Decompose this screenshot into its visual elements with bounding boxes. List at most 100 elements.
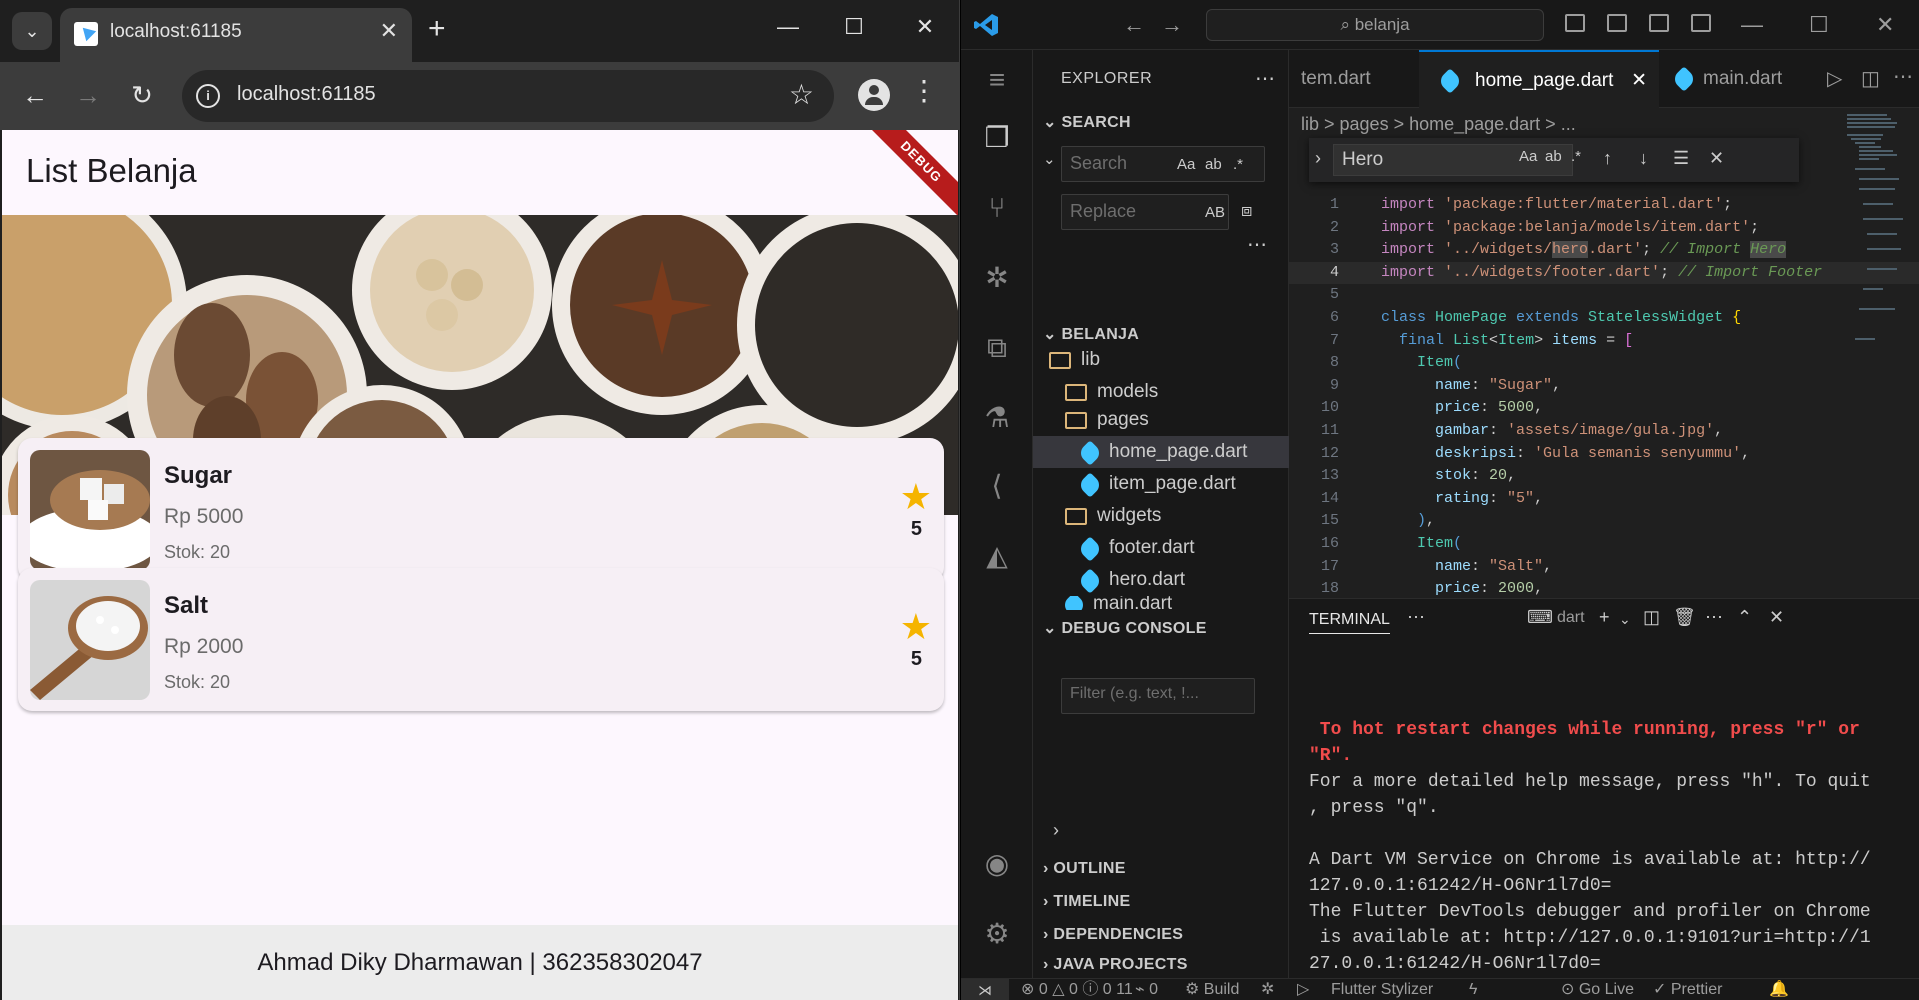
replace-all-icon[interactable]: ⧈ (1241, 200, 1252, 221)
toggle-sidebar-icon[interactable] (1565, 14, 1585, 32)
url-text[interactable]: localhost:61185 (237, 83, 376, 106)
go-live-button[interactable]: ⊙ Go Live (1561, 979, 1634, 1000)
build-button[interactable]: ⚙ Build (1185, 979, 1239, 1000)
explorer-more-icon[interactable]: ⋯ (1255, 66, 1275, 91)
split-editor-icon[interactable]: ◫ (1861, 66, 1880, 91)
timeline-header[interactable]: › TIMELINE (1043, 893, 1130, 911)
code-line[interactable]: 5 (1289, 284, 1919, 307)
maximize-icon[interactable]: ☐ (1809, 12, 1829, 38)
new-terminal-icon[interactable]: + (1599, 607, 1610, 628)
regex-icon[interactable]: .* (1233, 156, 1243, 173)
remote-explorer-icon[interactable]: ◭ (981, 540, 1013, 572)
previous-match-icon[interactable]: ↑ (1603, 148, 1612, 169)
tab-home-page[interactable]: home_page.dart ✕ (1419, 50, 1659, 108)
search-more-icon[interactable]: ⋯ (1247, 232, 1267, 257)
code-line[interactable]: 8 Item( (1289, 352, 1919, 375)
bookmark-star-icon[interactable]: ☆ (789, 78, 814, 111)
minimap[interactable] (1847, 108, 1907, 488)
code-line[interactable]: 3 import '../widgets/hero.dart'; // Impor… (1289, 239, 1919, 262)
code-line[interactable]: 2 import 'package:belanja/models/item.dar… (1289, 217, 1919, 240)
tree-file-footer[interactable]: footer.dart (1033, 532, 1289, 564)
run-icon[interactable]: ▷ (1827, 66, 1842, 91)
close-panel-icon[interactable]: ✕ (1769, 607, 1784, 628)
next-match-icon[interactable]: ↓ (1639, 148, 1648, 169)
ports-indicator[interactable]: ⌁ 0 (1135, 979, 1158, 1000)
dependencies-header[interactable]: › DEPENDENCIES (1043, 926, 1183, 944)
code-editor[interactable]: 1 import 'package:flutter/material.dart';… (1289, 190, 1919, 598)
tab-terminal[interactable]: TERMINAL (1309, 611, 1390, 634)
code-line[interactable]: 15 ), (1289, 510, 1919, 533)
code-line[interactable]: 6 class HomePage extends StatelessWidget … (1289, 307, 1919, 330)
remote-indicator-icon[interactable]: ⋊ (961, 979, 1009, 1000)
back-icon[interactable]: ← (17, 80, 53, 111)
code-line[interactable]: 11 gambar: 'assets/image/gula.jpg', (1289, 420, 1919, 443)
testing-icon[interactable]: ⚗ (981, 402, 1013, 434)
code-line[interactable]: 13 stok: 20, (1289, 465, 1919, 488)
tree-file-hero[interactable]: hero.dart (1033, 564, 1289, 596)
terminal-shell-label[interactable]: dart (1557, 609, 1585, 627)
notifications-icon[interactable]: 🔔 (1769, 979, 1789, 1000)
flutter-icon[interactable]: ⟨ (981, 470, 1013, 502)
chevron-right-icon[interactable]: › (1053, 820, 1059, 841)
prettier-button[interactable]: ✓ Prettier (1653, 979, 1722, 1000)
tree-folder-widgets[interactable]: widgets (1033, 500, 1289, 532)
breadcrumb[interactable]: lib > pages > home_page.dart > ... (1301, 108, 1576, 140)
browser-tab[interactable]: localhost:61185 ✕ (60, 8, 412, 62)
debug-filter-input[interactable]: Filter (e.g. text, !... (1061, 678, 1255, 714)
problems-indicator[interactable]: ⊗ 0 △ 0 ⓘ 0 11 (1021, 979, 1133, 1000)
tree-file-item-page[interactable]: item_page.dart (1033, 468, 1289, 500)
window-close-icon[interactable]: ✕ (905, 14, 945, 40)
code-line[interactable]: 4 import '../widgets/footer.dart'; // Imp… (1289, 261, 1919, 285)
toggle-secondary-sidebar-icon[interactable] (1649, 14, 1669, 32)
match-case-icon[interactable]: Aa (1177, 156, 1195, 173)
address-bar[interactable]: i localhost:61185 ☆ (182, 70, 834, 122)
profile-avatar-icon[interactable] (858, 79, 890, 111)
preserve-case-icon[interactable]: AB (1205, 204, 1225, 221)
toggle-replace-icon[interactable]: ⌄ (1043, 150, 1056, 168)
debug-icon[interactable]: ✲ (981, 262, 1013, 294)
tab-main[interactable]: main.dart (1659, 50, 1809, 108)
match-word-icon[interactable]: ab (1545, 148, 1562, 165)
close-tab-icon[interactable]: ✕ (380, 18, 398, 44)
settings-gear-icon[interactable]: ⚙ (981, 918, 1013, 950)
lightning-icon[interactable]: ϟ (1469, 979, 1477, 1000)
match-word-icon[interactable]: ab (1205, 156, 1222, 173)
editor-more-icon[interactable]: ⋯ (1893, 64, 1913, 89)
forward-icon[interactable]: → (1161, 12, 1183, 38)
tab-item-dart[interactable]: tem.dart (1289, 50, 1419, 108)
forward-icon[interactable]: → (70, 80, 106, 111)
back-icon[interactable]: ← (1123, 12, 1145, 38)
tree-file-home-page[interactable]: home_page.dart (1033, 436, 1289, 468)
maximize-icon[interactable]: ☐ (834, 14, 874, 40)
code-line[interactable]: 16 Item( (1289, 533, 1919, 556)
code-line[interactable]: 17 name: "Salt", (1289, 556, 1919, 579)
code-line[interactable]: 10 price: 5000, (1289, 397, 1919, 420)
chrome-menu-icon[interactable]: ⋮ (910, 74, 938, 107)
customize-layout-icon[interactable] (1691, 14, 1711, 32)
list-item[interactable]: Sugar Rp 5000 Stok: 20 ★ 5 (18, 438, 944, 581)
java-projects-header[interactable]: › JAVA PROJECTS (1043, 956, 1188, 974)
debug-status-icon[interactable]: ✲ (1261, 979, 1274, 1000)
toggle-replace-icon[interactable]: › (1315, 148, 1321, 169)
search-section-header[interactable]: ⌄ SEARCH (1043, 112, 1131, 132)
source-control-icon[interactable]: ⑂ (981, 192, 1013, 224)
chevron-down-icon[interactable]: ⌄ (1619, 611, 1631, 628)
minimize-icon[interactable]: — (768, 14, 808, 40)
maximize-panel-icon[interactable]: ⌃ (1737, 607, 1752, 628)
find-in-selection-icon[interactable]: ☰ (1673, 148, 1689, 169)
panel-more-icon[interactable]: ⋯ (1407, 607, 1425, 628)
regex-icon[interactable]: .* (1571, 148, 1581, 165)
tree-folder-lib[interactable]: lib (1033, 344, 1289, 376)
replace-input[interactable]: Replace (1061, 194, 1229, 230)
close-find-icon[interactable]: ✕ (1709, 148, 1724, 169)
split-terminal-icon[interactable]: ◫ (1643, 607, 1660, 628)
code-line[interactable]: 14 rating: "5", (1289, 488, 1919, 511)
close-tab-icon[interactable]: ✕ (1631, 52, 1647, 110)
explorer-icon[interactable]: ❐ (981, 122, 1013, 154)
list-item[interactable]: Salt Rp 2000 Stok: 20 ★ 5 (18, 568, 944, 711)
code-line[interactable]: 9 name: "Sugar", (1289, 375, 1919, 398)
workspace-header[interactable]: ⌄ BELANJA (1043, 324, 1139, 344)
account-icon[interactable]: ◉ (981, 848, 1013, 880)
code-line[interactable]: 7 final List<Item> items = [ (1289, 330, 1919, 353)
trash-icon[interactable]: 🗑 (1673, 607, 1696, 628)
